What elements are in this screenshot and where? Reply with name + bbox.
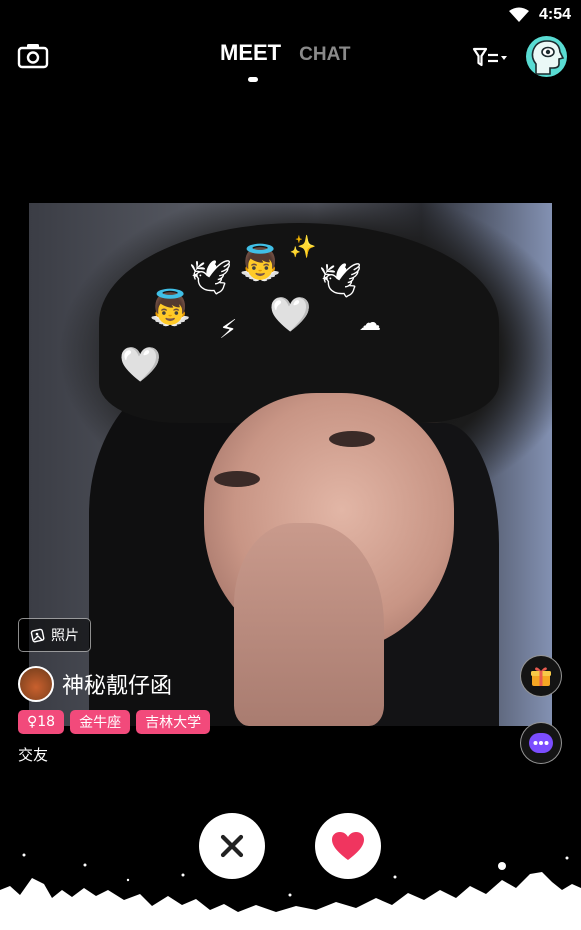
user-tags: ♀18 金牛座 吉林大学 [18, 710, 211, 734]
lightning-sticker-icon: ⚡ [219, 315, 238, 345]
gender-age-tag: ♀18 [18, 710, 65, 734]
angel-sticker-icon: 👼 [149, 288, 192, 328]
more-icon [529, 733, 553, 753]
user-name[interactable]: 神秘靓仔函 [62, 668, 172, 700]
wifi-icon [509, 7, 529, 22]
tab-chat[interactable]: CHAT [299, 44, 350, 66]
dove-sticker-icon: 🕊 [189, 258, 233, 298]
active-tab-indicator [248, 77, 258, 82]
profile-avatar-button[interactable] [526, 36, 567, 77]
bottom-mountain-decoration [0, 853, 581, 930]
photo-icon [30, 628, 45, 643]
photo-hand [234, 523, 384, 726]
heart-sticker-icon: 🤍 [269, 295, 312, 335]
star-sticker-icon: ✨ [289, 235, 317, 260]
photo-eye-left [214, 471, 260, 487]
head-avatar-icon [531, 40, 565, 75]
filter-icon[interactable] [470, 44, 510, 70]
top-nav: MEET CHAT [0, 32, 581, 88]
heart-sticker-icon: 🤍 [119, 345, 162, 385]
more-button[interactable] [520, 722, 562, 764]
school-tag: 吉林大学 [136, 710, 211, 734]
photo-stickers: 👼 👼 🕊 🕊 🤍 🤍 ⚡ ✨ ☁ [119, 223, 399, 393]
tab-bar: MEET CHAT [220, 40, 350, 66]
user-bio: 交友 [18, 746, 49, 764]
photo-tag[interactable]: 照片 [18, 618, 91, 652]
photo-tag-label: 照片 [51, 628, 79, 644]
profile-photo[interactable]: 👼 👼 🕊 🕊 🤍 🤍 ⚡ ✨ ☁ [29, 203, 552, 726]
angel-sticker-icon: 👼 [239, 243, 282, 283]
status-time: 4:54 [538, 6, 571, 23]
dove-sticker-icon: 🕊 [319, 261, 363, 301]
gift-icon [531, 667, 551, 686]
cloud-sticker-icon: ☁ [359, 311, 381, 336]
camera-icon[interactable] [17, 42, 49, 70]
status-bar: 4:54 [0, 0, 581, 32]
tab-meet[interactable]: MEET [220, 40, 281, 66]
user-avatar[interactable] [18, 666, 54, 702]
zodiac-tag: 金牛座 [70, 710, 131, 734]
gift-button[interactable] [520, 655, 562, 697]
photo-eye-right [329, 431, 375, 447]
